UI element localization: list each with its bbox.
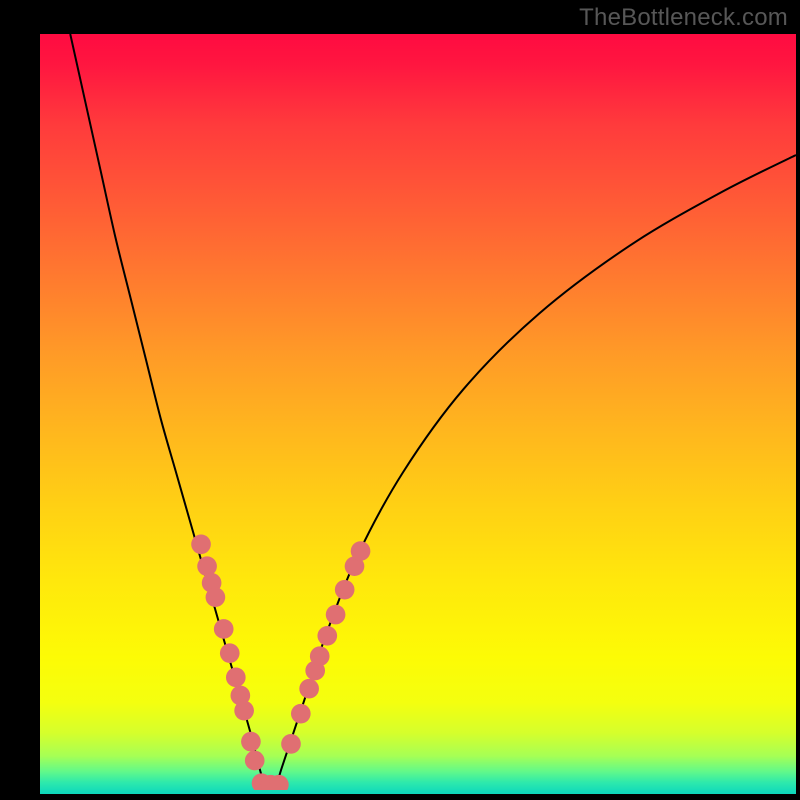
marker-point	[197, 556, 217, 576]
marker-point	[335, 580, 355, 600]
marker-point	[191, 534, 211, 554]
marker-point	[220, 643, 240, 663]
marker-point	[317, 626, 337, 646]
marker-point	[234, 701, 254, 721]
marker-point	[281, 734, 301, 754]
marker-point	[299, 679, 319, 699]
curve-svg	[40, 34, 796, 790]
marker-point	[226, 668, 246, 688]
marker-point	[310, 646, 330, 666]
highlight-markers	[191, 534, 370, 790]
chart-frame: TheBottleneck.com	[0, 0, 800, 800]
marker-point	[351, 541, 371, 561]
marker-point	[326, 605, 346, 625]
marker-point	[206, 587, 226, 607]
watermark-text: TheBottleneck.com	[579, 4, 788, 32]
marker-point	[245, 751, 265, 771]
marker-point	[241, 732, 261, 752]
plot-area	[40, 34, 796, 794]
bottleneck-curve	[70, 34, 796, 790]
marker-point	[214, 619, 234, 639]
marker-point	[291, 704, 311, 724]
